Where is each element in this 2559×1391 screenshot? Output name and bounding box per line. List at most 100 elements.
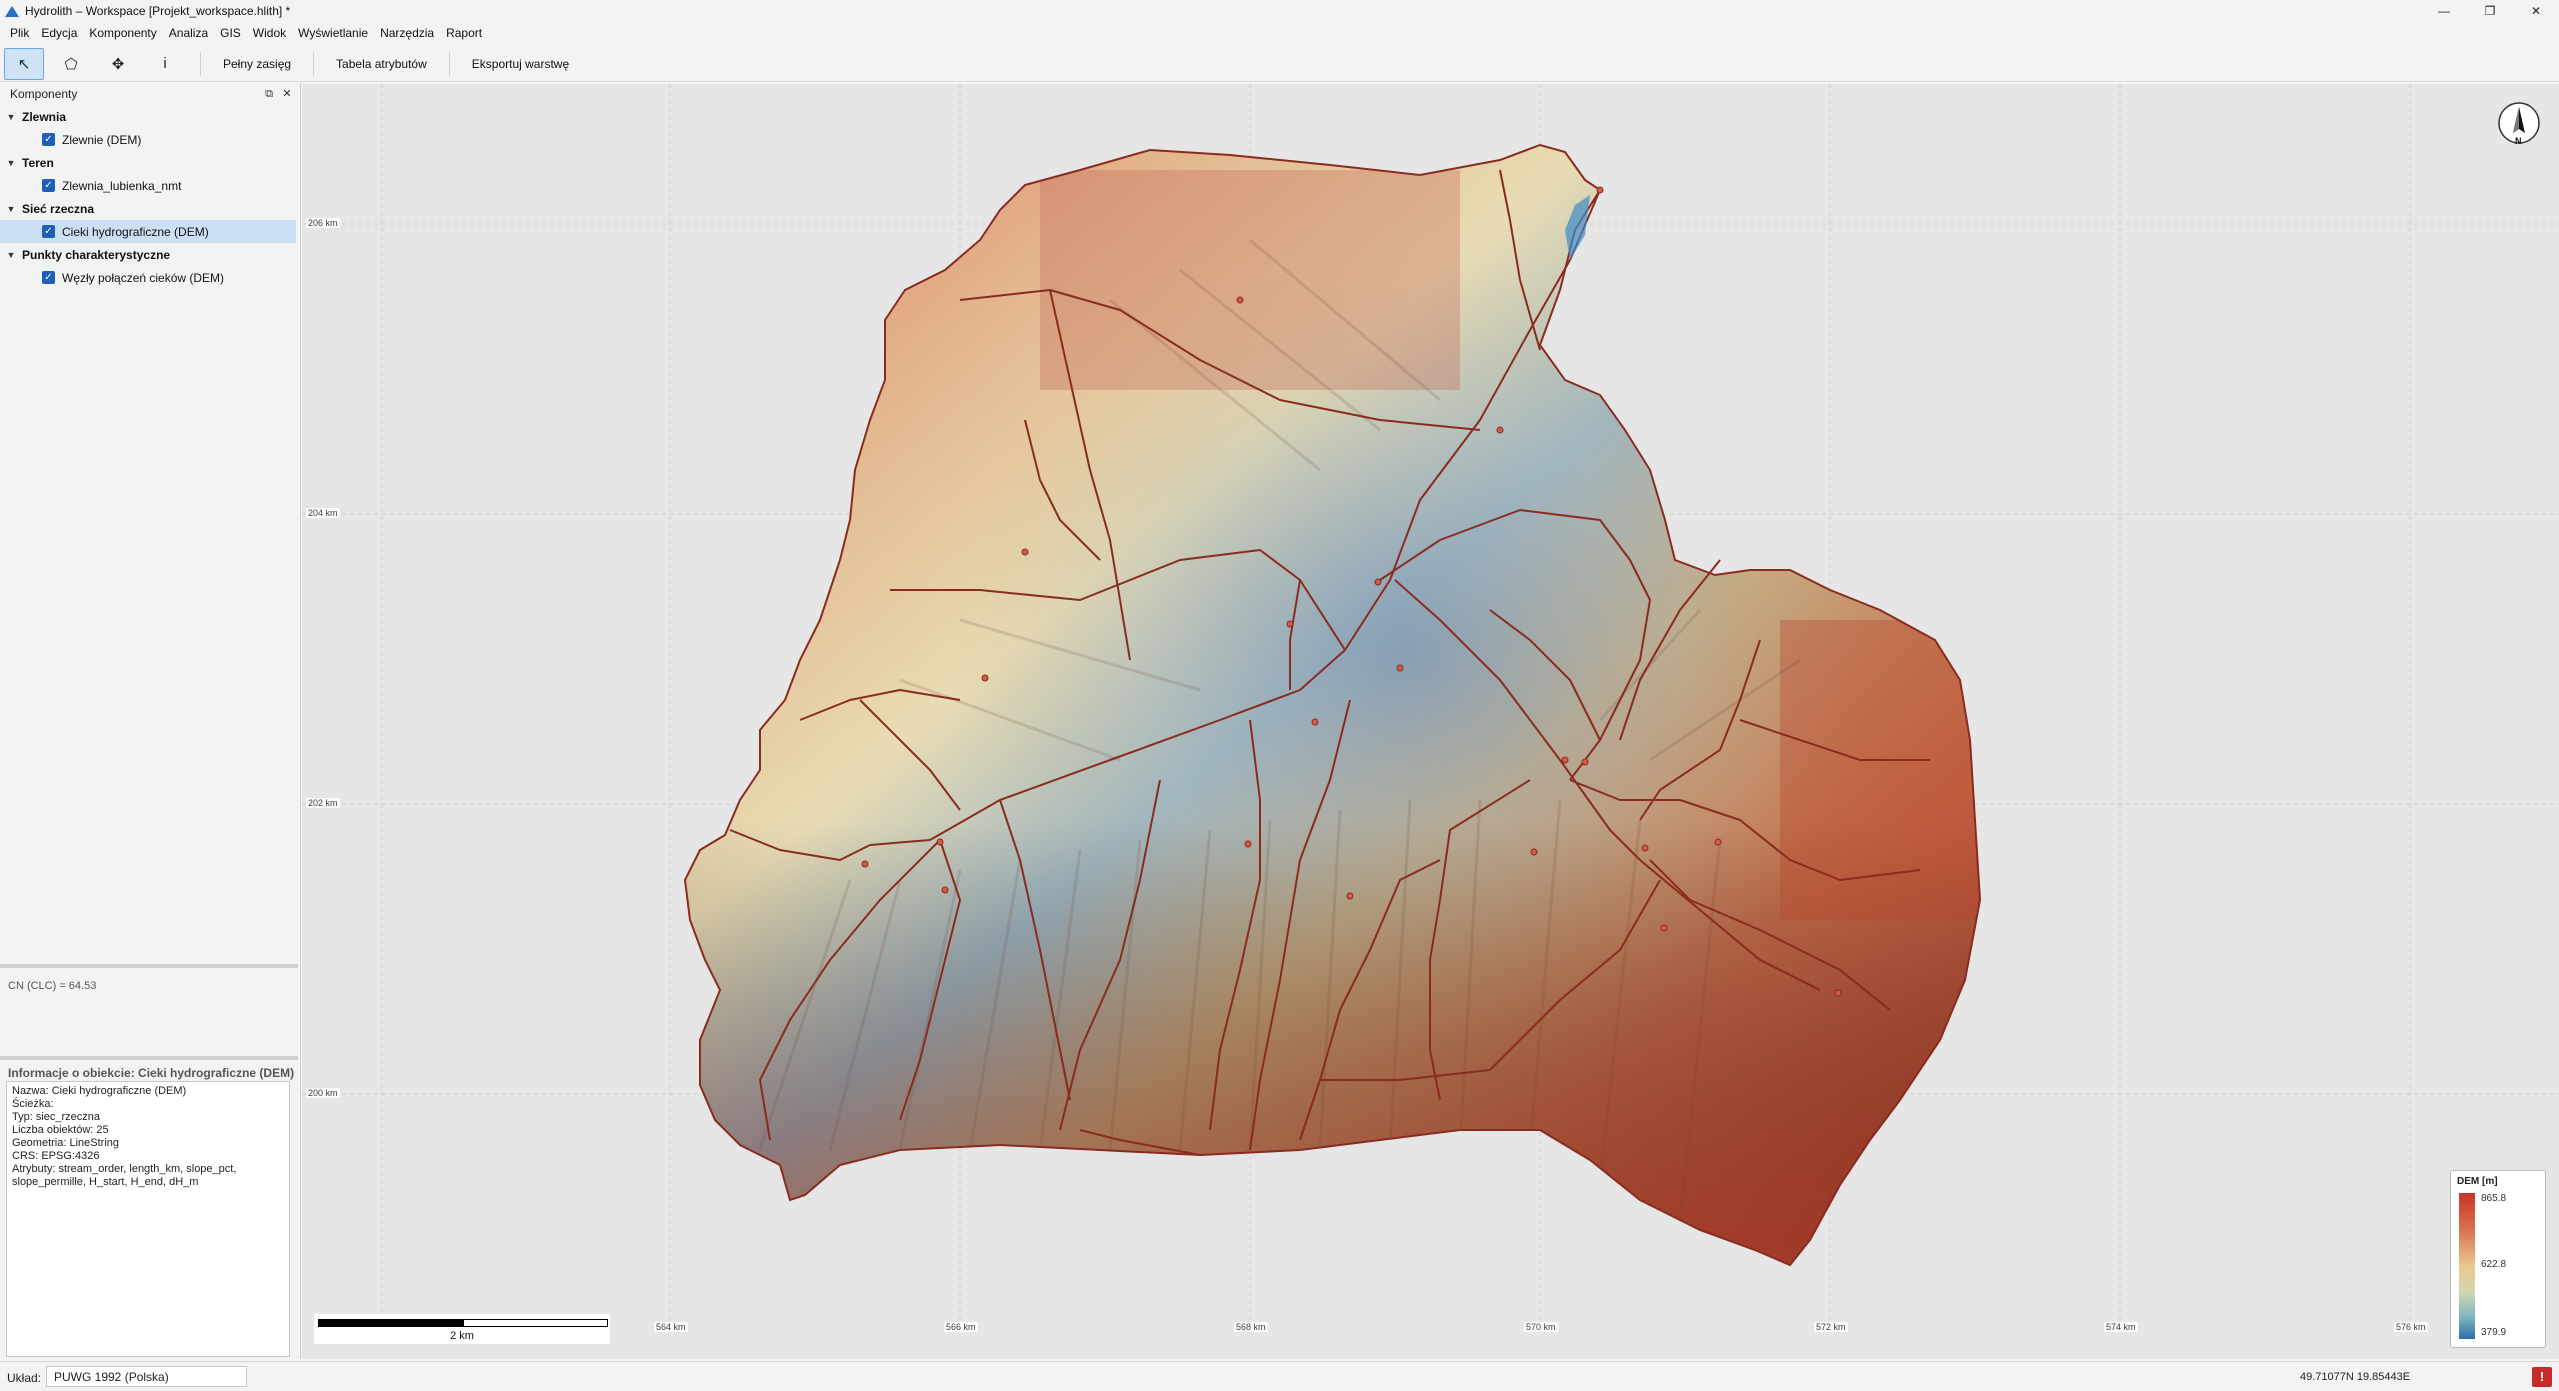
map-canvas[interactable]: 206 km 204 km 202 km 200 km 564 km 566 k…	[302, 84, 2559, 1359]
layer-label: Węzły połączeń cieków (DEM)	[62, 270, 225, 285]
status-bar: Układ: PUWG 1992 (Polska) 49.71077N 19.8…	[0, 1361, 2559, 1391]
layer-checkbox[interactable]: ✓	[42, 225, 55, 238]
float-panel-icon[interactable]: ⧉	[262, 87, 276, 101]
pan-tool-button[interactable]: ✥	[98, 48, 138, 80]
crs-select[interactable]: PUWG 1992 (Polska)	[46, 1366, 247, 1387]
crs-label: Układ:	[7, 1371, 42, 1385]
close-button[interactable]: ✕	[2513, 0, 2559, 21]
legend-min: 379.9	[2481, 1327, 2507, 1338]
x-axis-label: 574 km	[2104, 1322, 2138, 1332]
menu-widok[interactable]: Widok	[247, 26, 292, 40]
info-line: Typ: siec_rzeczna	[12, 1111, 101, 1123]
north-label: N	[2515, 136, 2522, 146]
scale-bar-graphic	[318, 1319, 608, 1327]
components-panel-header: Komponenty ⧉ ✕	[0, 83, 300, 105]
info-line: Geometria: LineString	[12, 1137, 119, 1149]
layer-item-nmt[interactable]: ✓ Zlewnia_lubienka_nmt	[0, 174, 300, 197]
dem-legend: DEM [m] 865.8 622.8 379.9	[2450, 1170, 2546, 1348]
minimize-button[interactable]: —	[2421, 0, 2467, 21]
menu-komponenty[interactable]: Komponenty	[83, 26, 162, 40]
tree-group-zlewnia[interactable]: ▼ Zlewnia	[0, 105, 300, 128]
y-axis-label: 204 km	[306, 508, 340, 518]
cn-value: CN (CLC) = 64.53	[8, 980, 97, 992]
info-line: Ścieżka:	[12, 1098, 54, 1110]
x-axis-label: 568 km	[1234, 1322, 1268, 1332]
chevron-down-icon[interactable]: ▼	[0, 250, 22, 260]
map-svg[interactable]	[302, 84, 2559, 1359]
menu-bar: Plik Edycja Komponenty Analiza GIS Widok…	[0, 23, 2559, 43]
menu-raport[interactable]: Raport	[440, 26, 488, 40]
layer-label: Zlewnia_lubienka_nmt	[62, 178, 182, 193]
info-line: Nazwa: Cieki hydrograficzne (DEM)	[12, 1085, 187, 1097]
x-axis-label: 566 km	[944, 1322, 978, 1332]
toolbar-separator	[448, 51, 450, 76]
select-arrow-icon: ↖	[17, 55, 31, 73]
info-icon: i	[163, 55, 167, 72]
chevron-down-icon[interactable]: ▼	[0, 158, 22, 168]
x-axis-label: 564 km	[654, 1322, 688, 1332]
chevron-down-icon[interactable]: ▼	[0, 204, 22, 214]
panel-title: Komponenty	[10, 87, 78, 101]
info-line: Atrybuty: stream_order, length_km, slope…	[12, 1163, 237, 1175]
scale-bar: 2 km	[314, 1314, 610, 1344]
layer-label: Cieki hydrograficzne (DEM)	[62, 224, 209, 239]
tree-group-label: Zlewnia	[22, 109, 67, 124]
toolbar: ↖ ⬠ ✥ i Pełny zasięg Tabela atrybutów Ek…	[0, 46, 2559, 82]
tree-group-siec-rzeczna[interactable]: ▼ Sieć rzeczna	[0, 197, 300, 220]
legend-color-ramp	[2459, 1193, 2475, 1339]
legend-title: DEM [m]	[2457, 1176, 2498, 1187]
layer-item-wezly[interactable]: ✓ Węzły połączeń cieków (DEM)	[0, 266, 300, 289]
info-line: slope_permille, H_start, H_end, dH_m	[12, 1176, 199, 1188]
y-axis-label: 202 km	[306, 798, 340, 808]
window-title: Hydrolith – Workspace [Projekt_workspace…	[25, 3, 291, 18]
chevron-down-icon[interactable]: ▼	[0, 112, 22, 122]
error-badge[interactable]: !	[2532, 1367, 2552, 1387]
tree-group-label: Punkty charakterystyczne	[22, 247, 171, 262]
title-bar: Hydrolith – Workspace [Projekt_workspace…	[0, 0, 2559, 21]
maximize-button[interactable]: ❐	[2467, 0, 2513, 21]
tree-group-teren[interactable]: ▼ Teren	[0, 151, 300, 174]
layer-checkbox[interactable]: ✓	[42, 271, 55, 284]
dem-raster	[684, 144, 1981, 1266]
polygon-icon: ⬠	[64, 55, 78, 73]
close-panel-icon[interactable]: ✕	[280, 87, 294, 101]
layer-item-cieki[interactable]: ✓ Cieki hydrograficzne (DEM)	[0, 220, 296, 243]
panel-splitter[interactable]	[0, 964, 298, 968]
x-axis-label: 570 km	[1524, 1322, 1558, 1332]
info-line: Liczba obiektów: 25	[12, 1124, 109, 1136]
legend-max: 865.8	[2481, 1193, 2507, 1204]
y-axis-label: 200 km	[306, 1088, 340, 1098]
menu-analiza[interactable]: Analiza	[163, 26, 214, 40]
north-arrow: N	[2497, 101, 2541, 149]
tree-group-punkty[interactable]: ▼ Punkty charakterystyczne	[0, 243, 300, 266]
pan-icon: ✥	[111, 55, 125, 73]
menu-edycja[interactable]: Edycja	[35, 26, 83, 40]
export-layer-button[interactable]: Eksportuj warstwę	[458, 48, 583, 80]
object-info-box[interactable]: Nazwa: Cieki hydrograficzne (DEM) Ścieżk…	[6, 1081, 290, 1357]
layer-checkbox[interactable]: ✓	[42, 179, 55, 192]
toolbar-separator	[200, 51, 201, 76]
layer-checkbox[interactable]: ✓	[42, 133, 55, 146]
menu-narzedzia[interactable]: Narzędzia	[374, 26, 440, 40]
layer-item-zlewnie[interactable]: ✓ Zlewnie (DEM)	[0, 128, 300, 151]
panel-splitter[interactable]	[0, 1056, 298, 1060]
toolbar-separator	[313, 51, 315, 76]
tree-group-label: Teren	[22, 155, 54, 170]
layer-label: Zlewnie (DEM)	[62, 132, 142, 147]
cursor-coordinates: 49.71077N 19.85443E	[2300, 1371, 2411, 1383]
menu-wyswietlanie[interactable]: Wyświetlanie	[292, 26, 374, 40]
tree-group-label: Sieć rzeczna	[22, 201, 95, 216]
select-tool-button[interactable]: ↖	[4, 47, 44, 80]
scale-label: 2 km	[450, 1330, 474, 1342]
polygon-tool-button[interactable]: ⬠	[51, 48, 91, 80]
menu-plik[interactable]: Plik	[4, 26, 35, 40]
window-controls: — ❐ ✕	[2421, 0, 2559, 21]
legend-mid: 622.8	[2481, 1259, 2507, 1270]
attribute-table-button[interactable]: Tabela atrybutów	[322, 48, 441, 80]
info-tool-button[interactable]: i	[145, 48, 185, 80]
x-axis-label: 572 km	[1814, 1322, 1848, 1332]
menu-gis[interactable]: GIS	[214, 26, 247, 40]
full-extent-button[interactable]: Pełny zasięg	[209, 48, 305, 80]
info-line: CRS: EPSG:4326	[12, 1150, 100, 1162]
y-axis-label: 206 km	[306, 218, 340, 228]
